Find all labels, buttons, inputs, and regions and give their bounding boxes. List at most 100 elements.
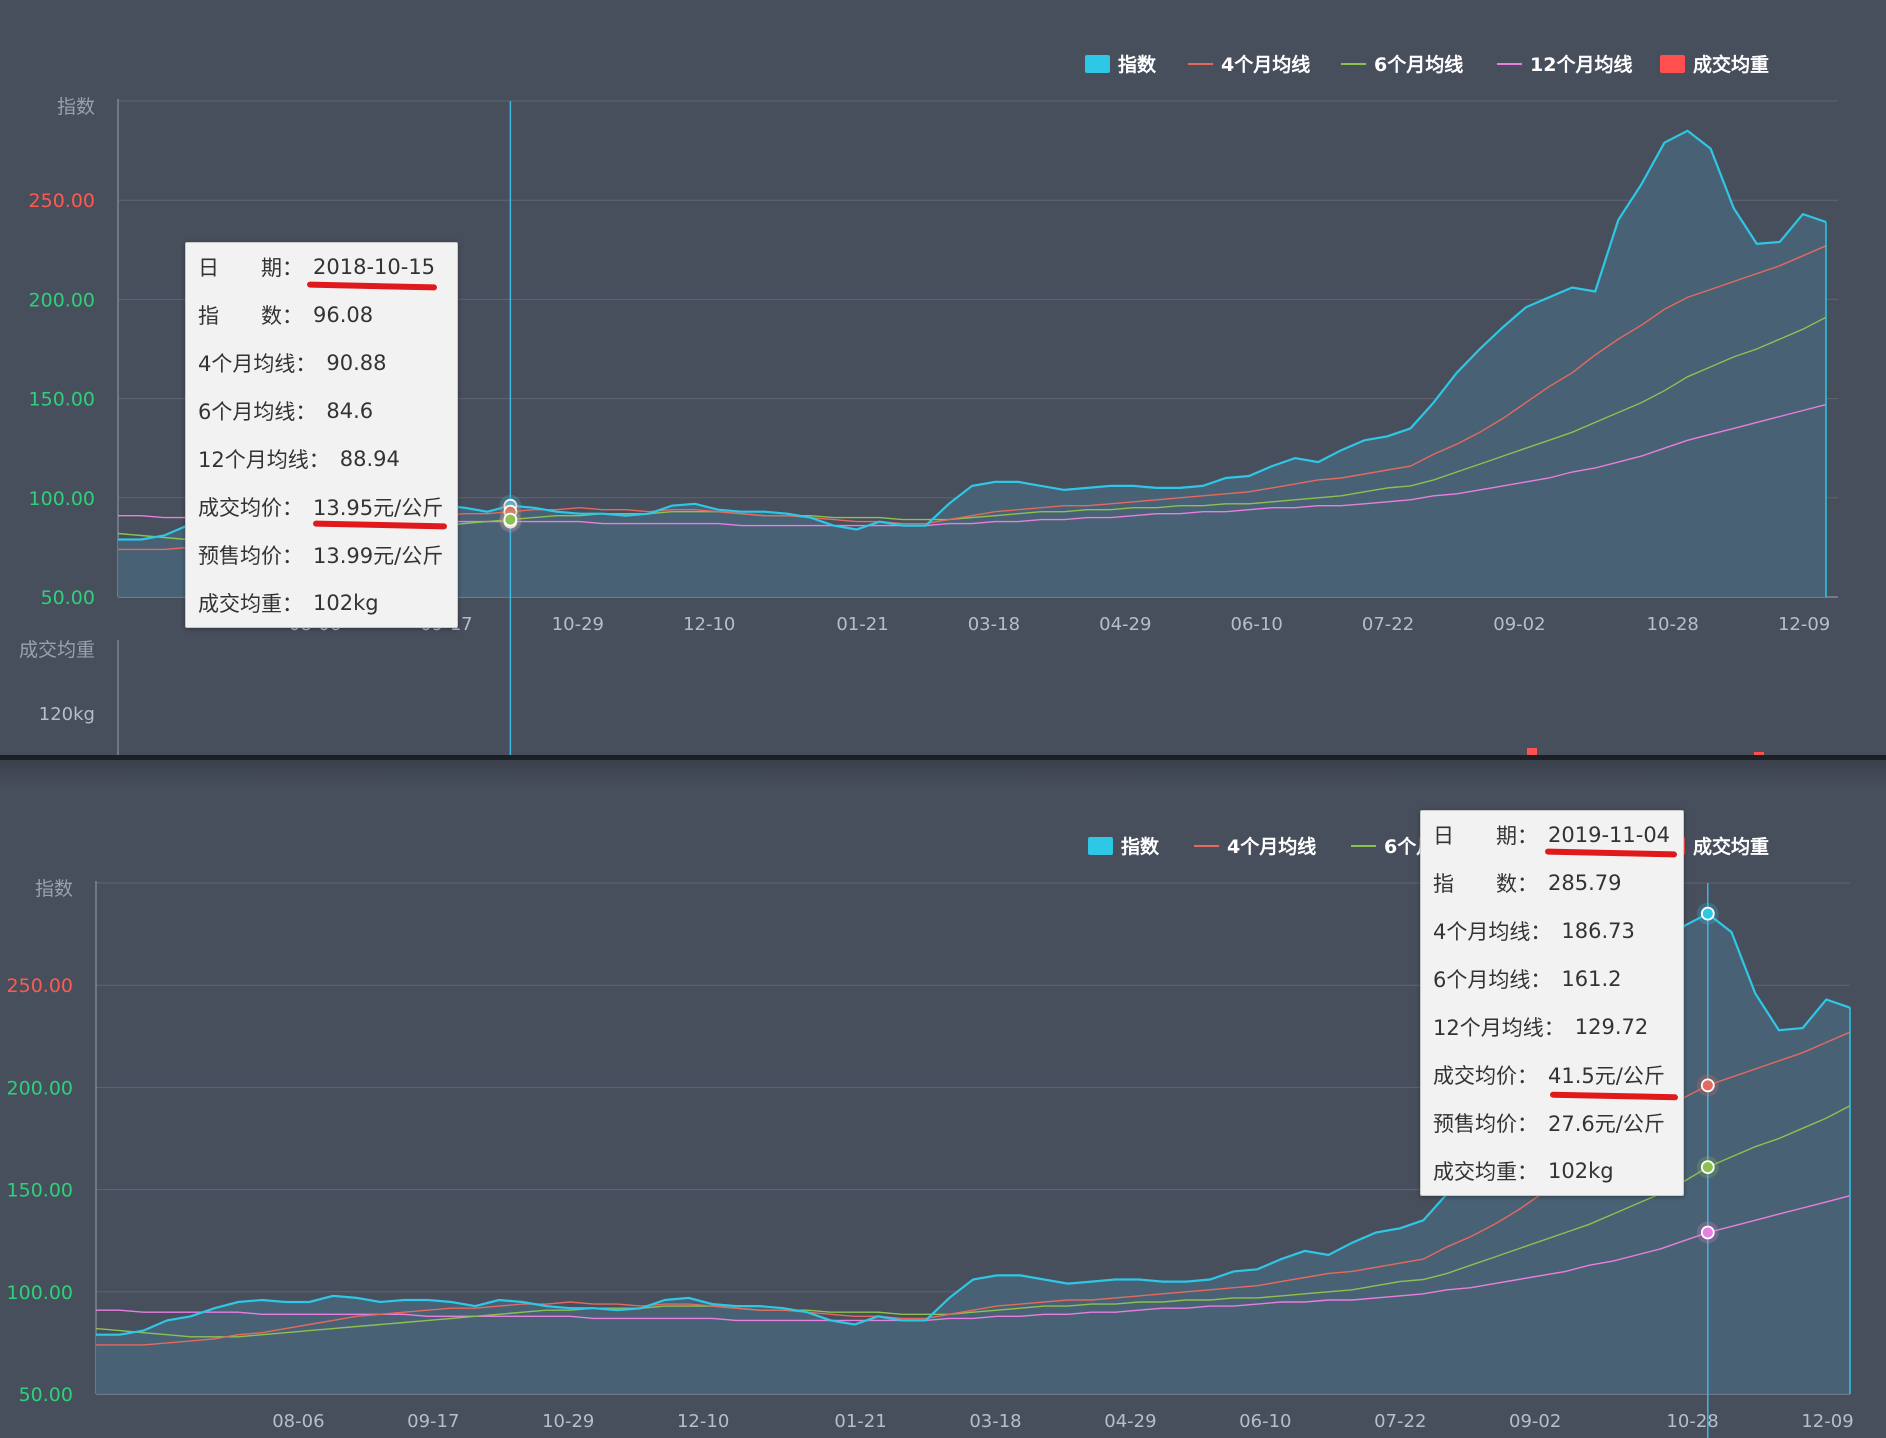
y-tick-label: 50.00 bbox=[41, 587, 95, 609]
legend-label-index: 指数 bbox=[1118, 53, 1157, 76]
tooltip-label: 4个月均线： bbox=[198, 352, 317, 376]
legend-label-ma4: 4个月均线 bbox=[1227, 835, 1316, 858]
y-tick-label: 250.00 bbox=[29, 190, 95, 212]
tooltip-value: 102kg bbox=[1548, 1159, 1614, 1183]
tooltip-label: 日 期： bbox=[1433, 824, 1538, 848]
x-tick-label: 07-22 bbox=[1362, 614, 1414, 635]
tooltip-row: 6个月均线： 161.2 bbox=[1421, 955, 1683, 1003]
hover-marker-ma6 bbox=[1700, 1160, 1715, 1175]
tooltip-row: 预售均价： 13.99元/公斤 bbox=[186, 531, 457, 579]
tooltip-label: 成交均重： bbox=[198, 592, 303, 616]
x-tick-label: 10-29 bbox=[552, 614, 604, 635]
x-tick-label: 10-28 bbox=[1666, 1411, 1718, 1432]
tooltip-value: 2018-10-15 bbox=[313, 255, 436, 279]
y-axis-title: 指数 bbox=[35, 878, 73, 900]
y-tick-label: 100.00 bbox=[29, 488, 95, 510]
tooltip-value: 13.99元/公斤 bbox=[313, 544, 444, 568]
chart-panel-top: 250.00200.00150.00100.0050.00指数08-0609-1… bbox=[0, 0, 1886, 755]
legend-label-ma4: 4个月均线 bbox=[1221, 53, 1310, 76]
tooltip-value: 13.95元/公斤 bbox=[313, 496, 444, 520]
x-tick-label: 04-29 bbox=[1104, 1411, 1156, 1432]
x-tick-label: 06-10 bbox=[1231, 614, 1283, 635]
tooltip-value: 285.79 bbox=[1548, 871, 1622, 895]
tooltip-label: 成交均价： bbox=[198, 496, 303, 520]
tooltip-top: 日 期： 2018-10-15 指 数： 96.08 4个月均线： 90.88 6个月均线：… bbox=[185, 242, 458, 628]
x-tick-label: 03-18 bbox=[969, 1411, 1021, 1432]
x-tick-label: 12-09 bbox=[1778, 614, 1830, 635]
tooltip-label: 预售均价： bbox=[198, 544, 303, 568]
tooltip-label: 成交均价： bbox=[1433, 1064, 1538, 1088]
tooltip-value: 161.2 bbox=[1561, 967, 1622, 991]
tooltip-row: 4个月均线： 90.88 bbox=[186, 339, 457, 387]
x-tick-label: 09-17 bbox=[407, 1411, 459, 1432]
hover-marker-ma4 bbox=[1700, 1078, 1715, 1093]
legend-swatch-volume bbox=[1660, 55, 1685, 73]
x-tick-label: 09-02 bbox=[1493, 614, 1545, 635]
chart-panel-bottom: 250.00 200.00 150.00 100.00 50.00 指数 08-06 09-1… bbox=[0, 760, 1886, 1438]
tooltip-label: 12个月均线： bbox=[1433, 1016, 1565, 1040]
legend-swatch-index bbox=[1085, 55, 1110, 73]
y-tick-label: 250.00 bbox=[7, 975, 73, 997]
tooltip-value: 2019-11-04 bbox=[1548, 823, 1671, 847]
tooltip-label: 指 数： bbox=[1433, 872, 1538, 896]
tooltip-bottom: 日 期： 2019-11-04 指 数： 285.79 4个月均线： 186.73 6个月均… bbox=[1420, 810, 1684, 1196]
x-tick-label: 06-10 bbox=[1239, 1411, 1291, 1432]
hover-marker-index bbox=[1700, 906, 1715, 921]
x-tick-label: 07-22 bbox=[1374, 1411, 1426, 1432]
tooltip-label: 预售均价： bbox=[1433, 1112, 1538, 1136]
tooltip-row: 12个月均线： 129.72 bbox=[1421, 1003, 1683, 1051]
tooltip-row: 6个月均线： 84.6 bbox=[186, 387, 457, 435]
tooltip-value: 102kg bbox=[313, 591, 379, 615]
tooltip-label: 6个月均线： bbox=[198, 400, 317, 424]
tooltip-label: 指 数： bbox=[198, 304, 303, 328]
y-tick-label: 50.00 bbox=[19, 1384, 73, 1406]
x-tick-label: 04-29 bbox=[1099, 614, 1151, 635]
volume-axis-title: 成交均重 bbox=[19, 639, 95, 661]
x-tick-label: 01-21 bbox=[834, 1411, 886, 1432]
legend-label-ma12: 12个月均线 bbox=[1530, 53, 1632, 76]
legend-label-ma6: 6个月均线 bbox=[1374, 53, 1463, 76]
x-tick-label: 09-02 bbox=[1509, 1411, 1561, 1432]
y-tick-label: 100.00 bbox=[7, 1282, 73, 1304]
tooltip-row: 预售均价： 27.6元/公斤 bbox=[1421, 1099, 1683, 1147]
y-axis-title: 指数 bbox=[57, 96, 95, 118]
tooltip-row: 指 数： 96.08 bbox=[186, 291, 457, 339]
tooltip-value: 90.88 bbox=[326, 351, 387, 375]
tooltip-row: 成交均重： 102kg bbox=[1421, 1147, 1683, 1195]
legend-swatch-index bbox=[1088, 837, 1113, 855]
y-tick-label: 150.00 bbox=[29, 389, 95, 411]
tooltip-row: 指 数： 285.79 bbox=[1421, 859, 1683, 907]
legend-label-volume: 成交均重 bbox=[1693, 53, 1769, 76]
tooltip-value: 84.6 bbox=[326, 399, 374, 423]
volume-tick-label: 120kg bbox=[39, 704, 95, 725]
tooltip-label: 日 期： bbox=[198, 256, 303, 280]
tooltip-value: 88.94 bbox=[339, 447, 400, 471]
hover-marker-ma6 bbox=[503, 512, 518, 527]
tooltip-row: 12个月均线： 88.94 bbox=[186, 435, 457, 483]
tooltip-value: 27.6元/公斤 bbox=[1548, 1112, 1665, 1136]
tooltip-label: 12个月均线： bbox=[198, 448, 330, 472]
y-tick-label: 150.00 bbox=[7, 1180, 73, 1202]
x-tick-label: 08-06 bbox=[272, 1411, 324, 1432]
tooltip-value: 129.72 bbox=[1574, 1015, 1649, 1039]
hover-marker-ma12 bbox=[1700, 1225, 1715, 1240]
tooltip-value: 41.5元/公斤 bbox=[1548, 1064, 1665, 1088]
tooltip-label: 成交均重： bbox=[1433, 1160, 1538, 1184]
x-tick-label: 12-09 bbox=[1801, 1411, 1853, 1432]
x-tick-label: 12-10 bbox=[683, 614, 735, 635]
tooltip-label: 4个月均线： bbox=[1433, 920, 1552, 944]
y-tick-label: 200.00 bbox=[7, 1077, 73, 1099]
x-tick-label: 03-18 bbox=[968, 614, 1020, 635]
x-tick-label: 10-29 bbox=[542, 1411, 594, 1432]
tooltip-row: 4个月均线： 186.73 bbox=[1421, 907, 1683, 955]
tooltip-label: 6个月均线： bbox=[1433, 968, 1552, 992]
y-tick-label: 200.00 bbox=[29, 289, 95, 311]
legend-label-index: 指数 bbox=[1121, 835, 1160, 858]
x-tick-label: 12-10 bbox=[677, 1411, 729, 1432]
volume-bar bbox=[1527, 748, 1537, 755]
x-tick-label: 10-28 bbox=[1647, 614, 1699, 635]
x-tick-label: 01-21 bbox=[836, 614, 888, 635]
tooltip-value: 186.73 bbox=[1561, 919, 1635, 943]
legend-label-volume: 成交均重 bbox=[1693, 835, 1769, 858]
tooltip-row: 成交均重： 102kg bbox=[186, 579, 457, 627]
